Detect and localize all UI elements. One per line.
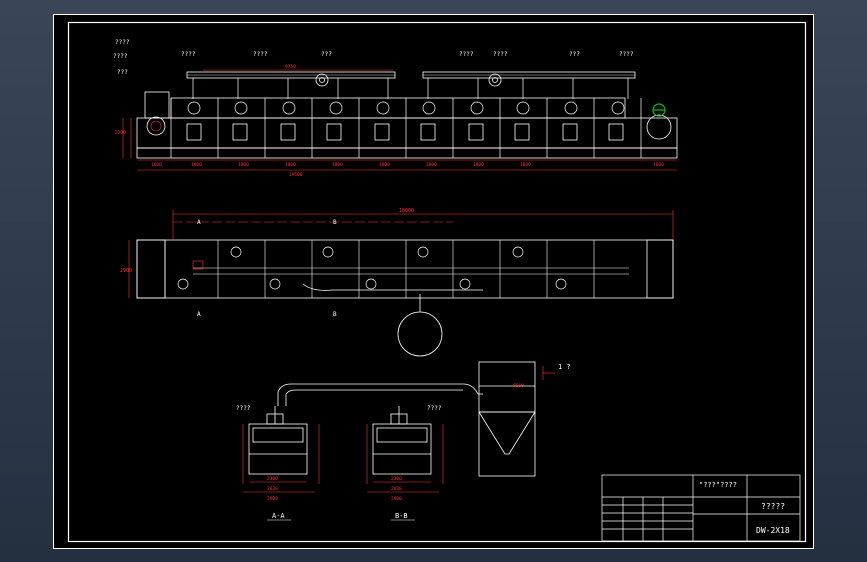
dim-total-top: 9750	[285, 64, 296, 70]
drawing-sheet: ???? ??? ???? ???? ???? ??? ???? ???? ??…	[53, 14, 814, 549]
dim-seg-6: 1800	[426, 162, 437, 168]
dim-plan-height: 2900	[120, 268, 132, 274]
callout-top-6: ???	[569, 51, 580, 58]
callout-top-4: ????	[459, 51, 474, 58]
dim-seg-1: 1800	[191, 162, 202, 168]
dim-seg-3: 1800	[285, 162, 296, 168]
callout-top-5: ????	[493, 51, 508, 58]
section-mark-a-bottom: A	[197, 311, 201, 318]
callout-cyclone: 1 ?	[558, 363, 571, 371]
section-label-b-b: B-B	[395, 512, 408, 520]
elevation-view	[136, 71, 678, 159]
dim-overall: 19500	[289, 172, 303, 178]
callout-top-2: ????	[253, 51, 268, 58]
section-b-b	[372, 406, 432, 475]
callout-top-1: ????	[181, 51, 196, 58]
section-mark-a-top: A	[197, 219, 201, 226]
callout-top-7: ????	[619, 51, 634, 58]
sec-b-dim-1: 2630	[391, 486, 402, 492]
section-a-a	[248, 406, 308, 475]
sec-b-dim-0: 2300	[391, 476, 402, 482]
title-company: "???"????	[699, 481, 737, 489]
cyclone-dimensions	[542, 366, 555, 380]
callout-sec-a: ????	[236, 405, 251, 412]
section-mark-b-bottom: B	[333, 311, 337, 318]
dim-height-left: 2290	[115, 130, 126, 136]
dim-seg-4: 1800	[332, 162, 343, 168]
title-drawing-name: ?????	[761, 502, 785, 511]
dim-seg-5: 1800	[379, 162, 390, 168]
callout-sec-b: ????	[427, 405, 442, 412]
drive-motor-accent	[652, 103, 666, 117]
title-drawing-number: DW-2X18	[756, 526, 790, 535]
dim-cyclone: Ø560	[513, 382, 524, 389]
callout-top-0: ????	[115, 39, 130, 46]
outer-frame	[53, 14, 814, 549]
inner-frame	[67, 21, 807, 543]
callout-left-2: ???	[117, 69, 128, 76]
section-mark-b-top: B	[333, 219, 337, 226]
dim-seg-7: 1800	[473, 162, 484, 168]
sec-a-dim-2: 2900	[267, 496, 278, 502]
cad-drawing: ???? ??? ???? ???? ???? ??? ???? ???? ??…	[53, 14, 814, 549]
dim-seg-9: 1600	[653, 162, 664, 168]
callout-left-1: ????	[113, 53, 128, 60]
plan-view	[136, 239, 674, 357]
sec-b-dim-2: 2900	[391, 496, 402, 502]
dim-seg-2: 1800	[238, 162, 249, 168]
plan-dimensions	[128, 210, 674, 298]
sec-a-dim-1: 2630	[267, 486, 278, 492]
dim-plan-total: 18000	[399, 208, 414, 214]
callout-top-3: ???	[321, 51, 332, 58]
dim-seg-8: 1800	[520, 162, 531, 168]
cyclone-side-view	[277, 361, 536, 477]
section-label-a-a: A-A	[272, 512, 285, 520]
sec-a-dim-0: 2300	[267, 476, 278, 482]
dim-seg-0: 1600	[151, 162, 162, 168]
